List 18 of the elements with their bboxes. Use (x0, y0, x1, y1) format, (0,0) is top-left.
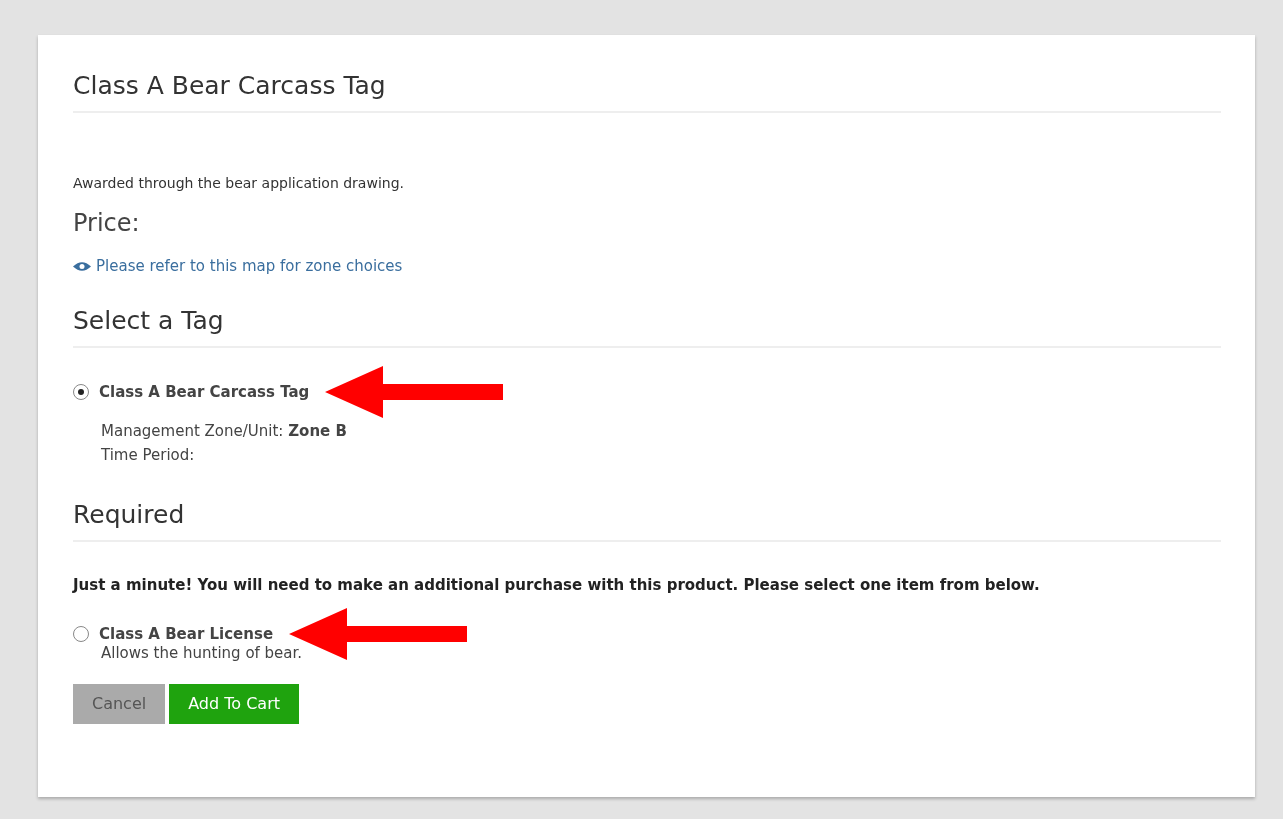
product-title: Class A Bear Carcass Tag (73, 71, 387, 101)
eye-icon (73, 260, 91, 272)
price-label: Price: (73, 209, 141, 237)
section-heading: Select a Tag (73, 305, 225, 336)
notice-text: Just a minute! You will need to make an additional purchase with this product. Please select one item from below. (73, 575, 1041, 594)
radio-button[interactable] (73, 625, 89, 642)
radio-button[interactable] (73, 383, 89, 400)
arrow-icon (325, 365, 506, 418)
product-description: Awarded through the bear application drawing. (73, 175, 405, 191)
option-label: Class A Bear License (99, 624, 274, 643)
map-link[interactable]: Please refer to this map for zone choices (73, 257, 403, 275)
option-description: Allows the hunting of bear. (101, 643, 304, 662)
section-heading: Required (73, 499, 186, 530)
add-to-cart-button[interactable]: Add To Cart (169, 683, 300, 724)
detail-text: Management Zone/Unit: Zone B (101, 421, 348, 440)
cancel-button[interactable]: Cancel (73, 683, 166, 724)
detail-text: Time Period: (101, 445, 196, 464)
option-label: Class A Bear Carcass Tag (99, 382, 310, 401)
